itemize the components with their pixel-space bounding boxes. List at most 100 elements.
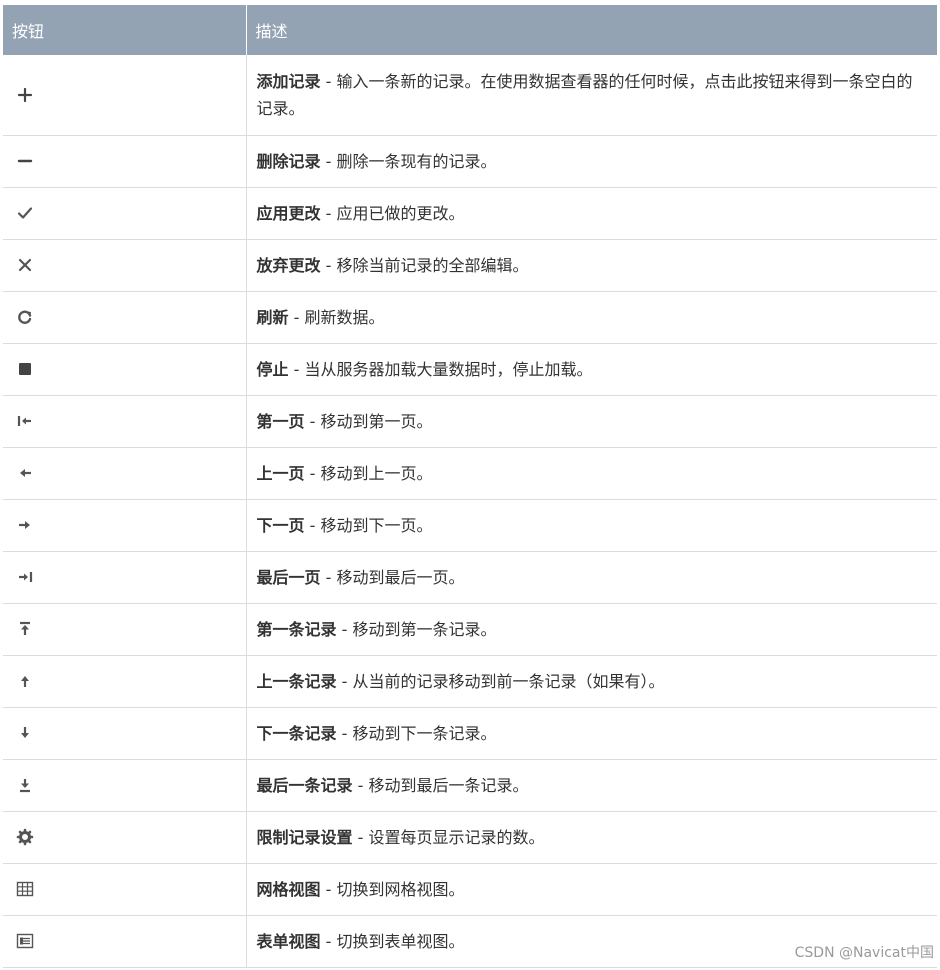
button-description: 移动到下一条记录。 [352, 723, 497, 743]
description-cell: 删除记录 - 删除一条现有的记录。 [246, 135, 937, 188]
description-cell: 添加记录 - 输入一条新的记录。在使用数据查看器的任何时候，点击此按钮来得到一条… [246, 55, 937, 136]
button-name: 上一条记录 [256, 671, 337, 691]
separator: - [352, 827, 369, 847]
minus-icon [15, 151, 35, 171]
next-record-icon [15, 723, 35, 743]
description-cell: 下一条记录 - 移动到下一条记录。 [246, 707, 937, 760]
button-description: 移动到上一页。 [320, 463, 433, 483]
button-description: 移动到下一页。 [320, 515, 433, 535]
first-record-icon [15, 619, 35, 639]
table-row: 上一页 - 移动到上一页。 [3, 447, 937, 500]
button-description: 移动到第一页。 [320, 411, 433, 431]
watermark: CSDN @Navicat中国 [794, 945, 934, 961]
button-icon-cell [3, 239, 247, 292]
table-row: 最后一条记录 - 移动到最后一条记录。 [3, 759, 937, 812]
button-icon-cell [3, 447, 247, 500]
button-name: 第一条记录 [256, 619, 337, 639]
button-icon-cell [3, 759, 247, 812]
button-name: 限制记录设置 [256, 827, 353, 847]
button-description: 输入一条新的记录。在使用数据查看器的任何时候，点击此按钮来得到一条空白的记录。 [256, 71, 913, 118]
table-row: 第一页 - 移动到第一页。 [3, 395, 937, 448]
toolbar-buttons-table: 按钮 描述 添加记录 - 输入一条新的记录。在使用数据查看器的任何时候，点击此按… [3, 5, 937, 968]
description-cell: 应用更改 - 应用已做的更改。 [246, 187, 937, 240]
button-icon-cell [3, 863, 247, 916]
separator: - [336, 671, 353, 691]
table-row: 刷新 - 刷新数据。 [3, 291, 937, 344]
header-button: 按钮 [3, 5, 247, 55]
button-icon-cell [3, 707, 247, 760]
separator: - [320, 255, 337, 275]
description-cell: 刷新 - 刷新数据。 [246, 291, 937, 344]
button-description: 移动到第一条记录。 [352, 619, 497, 639]
button-description: 刷新数据。 [304, 307, 385, 327]
table-row: 下一条记录 - 移动到下一条记录。 [3, 707, 937, 760]
table-row: 第一条记录 - 移动到第一条记录。 [3, 603, 937, 656]
button-icon-cell [3, 499, 247, 552]
separator: - [320, 879, 337, 899]
button-description: 从当前的记录移动到前一条记录（如果有）。 [352, 671, 665, 691]
button-name: 停止 [256, 359, 289, 379]
button-icon-cell [3, 135, 247, 188]
description-cell: 放弃更改 - 移除当前记录的全部编辑。 [246, 239, 937, 292]
gear-icon [15, 827, 35, 847]
button-description: 切换到网格视图。 [336, 879, 465, 899]
description-cell: 上一页 - 移动到上一页。 [246, 447, 937, 500]
header-description: 描述 [246, 5, 937, 55]
button-icon-cell [3, 551, 247, 604]
button-name: 网格视图 [256, 879, 321, 899]
button-icon-cell [3, 343, 247, 396]
button-icon-cell [3, 187, 247, 240]
description-cell: 第一条记录 - 移动到第一条记录。 [246, 603, 937, 656]
plus-icon [15, 85, 35, 105]
separator: - [336, 619, 353, 639]
button-description: 当从服务器加载大量数据时，停止加载。 [304, 359, 593, 379]
table-row: 删除记录 - 删除一条现有的记录。 [3, 135, 937, 188]
button-name: 添加记录 [256, 71, 321, 91]
button-name: 下一页 [256, 515, 305, 535]
description-cell: 上一条记录 - 从当前的记录移动到前一条记录（如果有）。 [246, 655, 937, 708]
description-cell: 第一页 - 移动到第一页。 [246, 395, 937, 448]
last-page-icon [15, 567, 35, 587]
refresh-icon [15, 307, 35, 327]
last-record-icon [15, 775, 35, 795]
separator: - [320, 151, 337, 171]
button-description: 移除当前记录的全部编辑。 [336, 255, 529, 275]
next-page-icon [15, 515, 35, 535]
separator: - [352, 775, 369, 795]
button-description: 移动到最后一页。 [336, 567, 465, 587]
separator: - [304, 463, 321, 483]
table-row: 最后一页 - 移动到最后一页。 [3, 551, 937, 604]
table-row: 停止 - 当从服务器加载大量数据时，停止加载。 [3, 343, 937, 396]
separator: - [320, 567, 337, 587]
button-description: 设置每页显示记录的数。 [368, 827, 545, 847]
button-icon-cell [3, 291, 247, 344]
table-row: 添加记录 - 输入一条新的记录。在使用数据查看器的任何时候，点击此按钮来得到一条… [3, 55, 937, 136]
separator: - [320, 203, 337, 223]
description-cell: 最后一页 - 移动到最后一页。 [246, 551, 937, 604]
form-view-icon [15, 931, 35, 951]
separator: - [304, 411, 321, 431]
description-cell: 下一页 - 移动到下一页。 [246, 499, 937, 552]
button-name: 删除记录 [256, 151, 321, 171]
button-icon-cell [3, 395, 247, 448]
button-name: 上一页 [256, 463, 305, 483]
button-icon-cell [3, 915, 247, 968]
separator: - [320, 931, 337, 951]
table-row: 网格视图 - 切换到网格视图。 [3, 863, 937, 916]
table-header-row: 按钮 描述 [3, 5, 937, 55]
button-description: 切换到表单视图。 [336, 931, 465, 951]
separator: - [288, 307, 305, 327]
previous-page-icon [15, 463, 35, 483]
grid-view-icon [15, 879, 35, 899]
button-name: 刷新 [256, 307, 289, 327]
first-page-icon [15, 411, 35, 431]
button-name: 表单视图 [256, 931, 321, 951]
table-row: 放弃更改 - 移除当前记录的全部编辑。 [3, 239, 937, 292]
button-name: 第一页 [256, 411, 305, 431]
separator: - [336, 723, 353, 743]
table-row: 下一页 - 移动到下一页。 [3, 499, 937, 552]
button-name: 应用更改 [256, 203, 321, 223]
table-row: 上一条记录 - 从当前的记录移动到前一条记录（如果有）。 [3, 655, 937, 708]
close-icon [15, 255, 35, 275]
button-icon-cell [3, 655, 247, 708]
